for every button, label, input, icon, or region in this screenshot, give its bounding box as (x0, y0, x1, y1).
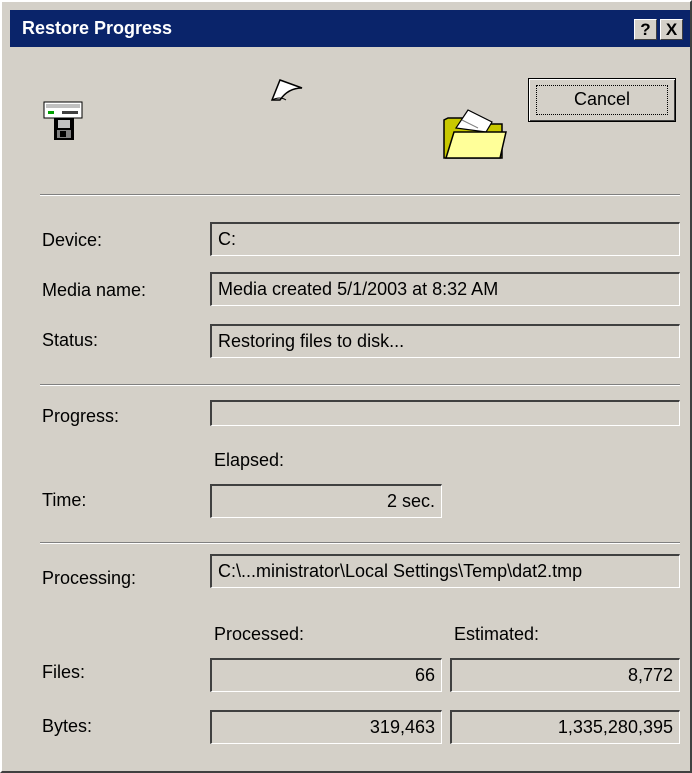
processing-label: Processing: (42, 568, 137, 588)
status-field: Restoring files to disk... (210, 324, 680, 358)
processing-field: C:\...ministrator\Local Settings\Temp\da… (210, 554, 680, 588)
time-label: Time: (42, 490, 87, 510)
separator (40, 384, 680, 386)
files-label: Files: (42, 662, 86, 682)
flying-paper-icon (266, 74, 308, 106)
files-estimated-field: 8,772 (450, 658, 680, 692)
processed-header: Processed: (214, 624, 305, 644)
progress-label: Progress: (42, 406, 120, 426)
restore-progress-dialog: Restore Progress ? X Cancel Device: C: M… (0, 0, 692, 773)
bytes-estimated-field: 1,335,280,395 (450, 710, 680, 744)
status-label: Status: (42, 330, 99, 350)
device-label: Device: (42, 230, 103, 250)
media-name-label: Media name: (42, 280, 147, 300)
bytes-label: Bytes: (42, 716, 93, 736)
cancel-button[interactable]: Cancel (528, 78, 676, 122)
separator (40, 194, 680, 196)
elapsed-time-field: 2 sec. (210, 484, 442, 518)
progress-bar (210, 400, 680, 426)
bytes-processed-field: 319,463 (210, 710, 442, 744)
close-button[interactable]: X (660, 19, 683, 40)
cancel-button-label: Cancel (573, 89, 631, 109)
files-processed-field: 66 (210, 658, 442, 692)
elapsed-header: Elapsed: (214, 450, 285, 470)
media-name-field: Media created 5/1/2003 at 8:32 AM (210, 272, 680, 306)
separator (40, 542, 680, 544)
help-button[interactable]: ? (634, 19, 657, 40)
device-field: C: (210, 222, 680, 256)
backup-drive-icon (42, 98, 86, 142)
title-bar[interactable]: Restore Progress ? X (10, 10, 690, 47)
window-title: Restore Progress (22, 18, 173, 38)
estimated-header: Estimated: (454, 624, 540, 644)
open-folder-icon (442, 106, 508, 160)
